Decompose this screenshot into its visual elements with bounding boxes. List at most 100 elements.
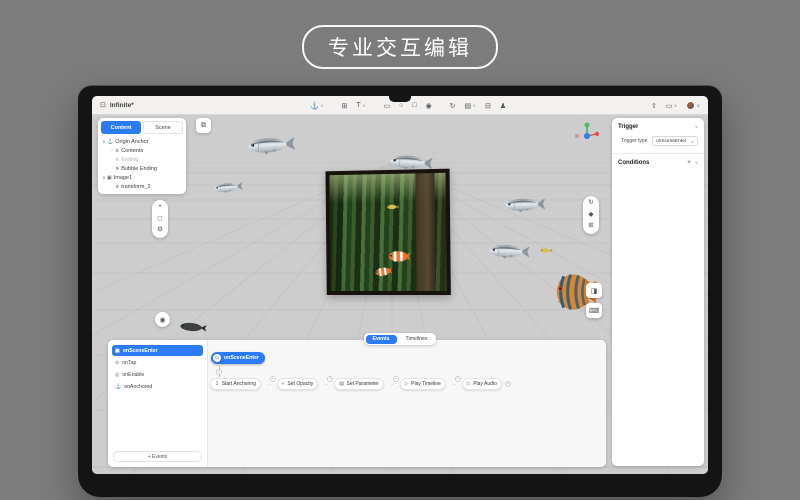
anchor-icon: ⚓ [107, 139, 113, 145]
chevron-down-icon: ∨ [473, 103, 476, 109]
fish-object[interactable] [214, 182, 243, 195]
body-tracking-button[interactable]: ♟ [500, 102, 506, 110]
flow-arrow-icon: → [389, 381, 394, 387]
scene-tree: ∨ ⚓ Origin Anchor › ⋔ Contents ⋔ Ending … [101, 137, 183, 191]
flatten-tool-button[interactable]: ⊟ [485, 102, 491, 110]
fish-object[interactable] [505, 198, 545, 213]
bottom-panel-tabs: Events Timelines [364, 333, 436, 345]
layers-tool-button[interactable]: ▤∨ [465, 102, 476, 110]
library-icon: ▭ [666, 102, 673, 110]
tree-item-image1[interactable]: ∨ ▣ Image1 [101, 173, 183, 182]
event-item-onenable[interactable]: ◎ onEnable [112, 369, 203, 380]
share-button[interactable]: ⇧ [651, 102, 657, 110]
insert-action-button[interactable]: + [455, 376, 461, 382]
library-button[interactable]: ▭∨ [666, 102, 677, 110]
grid-tool-icon[interactable]: ⊞ [588, 223, 593, 230]
transform-icon: ⋔ [115, 148, 119, 154]
trigger-node-onsceneenter[interactable]: ⊙ onSceneEnter [211, 352, 265, 364]
tab-timelines[interactable]: Timelines [399, 335, 435, 344]
event-flow-canvas[interactable]: ⊙ onSceneEnter + ↧ Start Anchoring → + [208, 340, 606, 467]
fish-object[interactable] [248, 136, 296, 155]
conditions-section-title: Conditions [618, 160, 649, 166]
event-item-onanchored[interactable]: ⚓ onAnchored [112, 381, 203, 392]
layers-icon: ▤ [465, 102, 472, 110]
add-events-label: + Events [148, 454, 168, 460]
action-label: Set Opacity [287, 381, 313, 387]
play-icon: ▷ [405, 381, 409, 387]
add-condition-button[interactable]: + [687, 160, 691, 166]
action-node-start-anchoring[interactable]: ↧ Start Anchoring [210, 378, 261, 390]
circle-shape-button[interactable]: ○ [399, 102, 403, 109]
action-node-play-timeline[interactable]: ▷ Play Timeline [400, 378, 446, 390]
editor-window: + ◻ ⚙ ◉ ↻ ◆ ⊞ ◨ ⌨ ⊡ Infinite* [92, 96, 708, 474]
collapse-section-icon[interactable]: ∨ [695, 160, 698, 166]
tree-item-label: Origin Anchor [115, 139, 148, 145]
pages-button[interactable]: ⧉ [196, 118, 211, 133]
person-icon: ♟ [500, 102, 506, 110]
light-tool-button[interactable]: ◉ [426, 102, 432, 110]
fish-object[interactable] [390, 155, 433, 172]
add-tool-icon[interactable]: + [158, 204, 162, 211]
tree-item-origin-anchor[interactable]: ∨ ⚓ Origin Anchor [101, 137, 183, 146]
chevron-down-icon: ∨ [320, 103, 323, 109]
gizmo-mode-tool-icon[interactable]: ◆ [589, 212, 594, 219]
event-label: onEnable [122, 372, 144, 378]
split-view-button[interactable]: ◨ [586, 283, 602, 298]
object-tool-button[interactable]: ⊞ [342, 102, 348, 110]
insert-action-button[interactable]: + [270, 376, 276, 382]
add-events-button[interactable]: + Events [113, 451, 202, 462]
flow-link: → + [387, 381, 397, 387]
frame-icon: ▭ [383, 102, 390, 110]
frame-tool-button[interactable]: ▭ [383, 102, 390, 110]
flatten-icon: ⊟ [485, 102, 491, 110]
account-menu[interactable]: ∨ [686, 101, 700, 110]
flow-arrow-icon: → [451, 381, 456, 387]
viewport-left-toolbar: + ◻ ⚙ [152, 200, 168, 238]
tab-scene[interactable]: Scene [143, 121, 183, 134]
play-icon: ▷ [467, 381, 471, 387]
yellow-fish-object[interactable] [540, 248, 552, 252]
tree-item-label: Ending [121, 157, 138, 163]
anchor-tool-button[interactable]: ⚓∨ [310, 102, 324, 110]
chevron-down-icon: ∨ [691, 139, 694, 144]
text-tool-button[interactable]: T∨ [356, 102, 365, 109]
chevron-down-icon: ∨ [674, 103, 677, 109]
square-shape-button[interactable]: □ [412, 102, 416, 109]
tree-item-bubble-ending[interactable]: ⋔ Bubble Ending [101, 164, 183, 173]
transform-icon: ⋔ [115, 157, 119, 163]
event-item-ontap[interactable]: ⊙ onTap [112, 357, 203, 368]
action-node-set-parameter[interactable]: ▤ Set Parameter [334, 378, 383, 390]
action-chain: ↧ Start Anchoring → + ◐ Set Opacity → + [210, 378, 511, 390]
dark-fish-object[interactable] [180, 322, 207, 332]
tree-item-label: Contents [121, 148, 143, 154]
insert-action-button[interactable]: + [216, 369, 222, 375]
orientation-gizmo[interactable] [573, 119, 601, 147]
loop-tool-button[interactable]: ↻ [450, 102, 456, 110]
orbit-tool-icon[interactable]: ↻ [588, 200, 593, 207]
append-action-button[interactable]: + [505, 381, 511, 387]
tree-item-contents[interactable]: › ⋔ Contents [101, 146, 183, 155]
tab-content[interactable]: Content [101, 121, 141, 134]
action-node-set-opacity[interactable]: ◐ Set Opacity [277, 378, 318, 390]
environment-button[interactable]: ◉ [155, 312, 170, 327]
hero-badge: 专业交互编辑 [302, 25, 498, 69]
share-icon: ⇧ [651, 102, 657, 110]
event-item-onsceneenter[interactable]: ▣ onSceneEnter [112, 345, 203, 356]
tree-item-transform-2[interactable]: ⋔ transform_2 [101, 182, 183, 191]
trigger-type-select[interactable]: onSceneEnter ∨ [652, 136, 698, 146]
selection-tool-icon[interactable]: ◻ [157, 216, 162, 223]
events-panel: ▣ onSceneEnter ⊙ onTap ◎ onEnable ⚓ onAn… [108, 340, 606, 467]
collapse-section-icon[interactable]: ∨ [695, 124, 698, 130]
scene-enter-icon: ▣ [115, 348, 120, 354]
text-icon: T [356, 102, 360, 109]
inspector-panel: Trigger ∨ Trigger type onSceneEnter ∨ Co… [612, 118, 704, 466]
content-panel: Content Scene ∨ ⚓ Origin Anchor › ⋔ Cont… [98, 118, 186, 194]
action-node-play-audio[interactable]: ▷ Play Audio [462, 378, 502, 390]
settings-tool-icon[interactable]: ⚙ [157, 227, 163, 234]
fish-object[interactable] [490, 245, 530, 260]
tab-events[interactable]: Events [366, 335, 397, 344]
tree-item-ending[interactable]: ⋔ Ending [101, 155, 183, 164]
insert-action-button[interactable]: + [327, 376, 333, 382]
device-preview-button[interactable]: ⌨ [586, 303, 602, 318]
insert-action-button[interactable]: + [393, 376, 399, 382]
